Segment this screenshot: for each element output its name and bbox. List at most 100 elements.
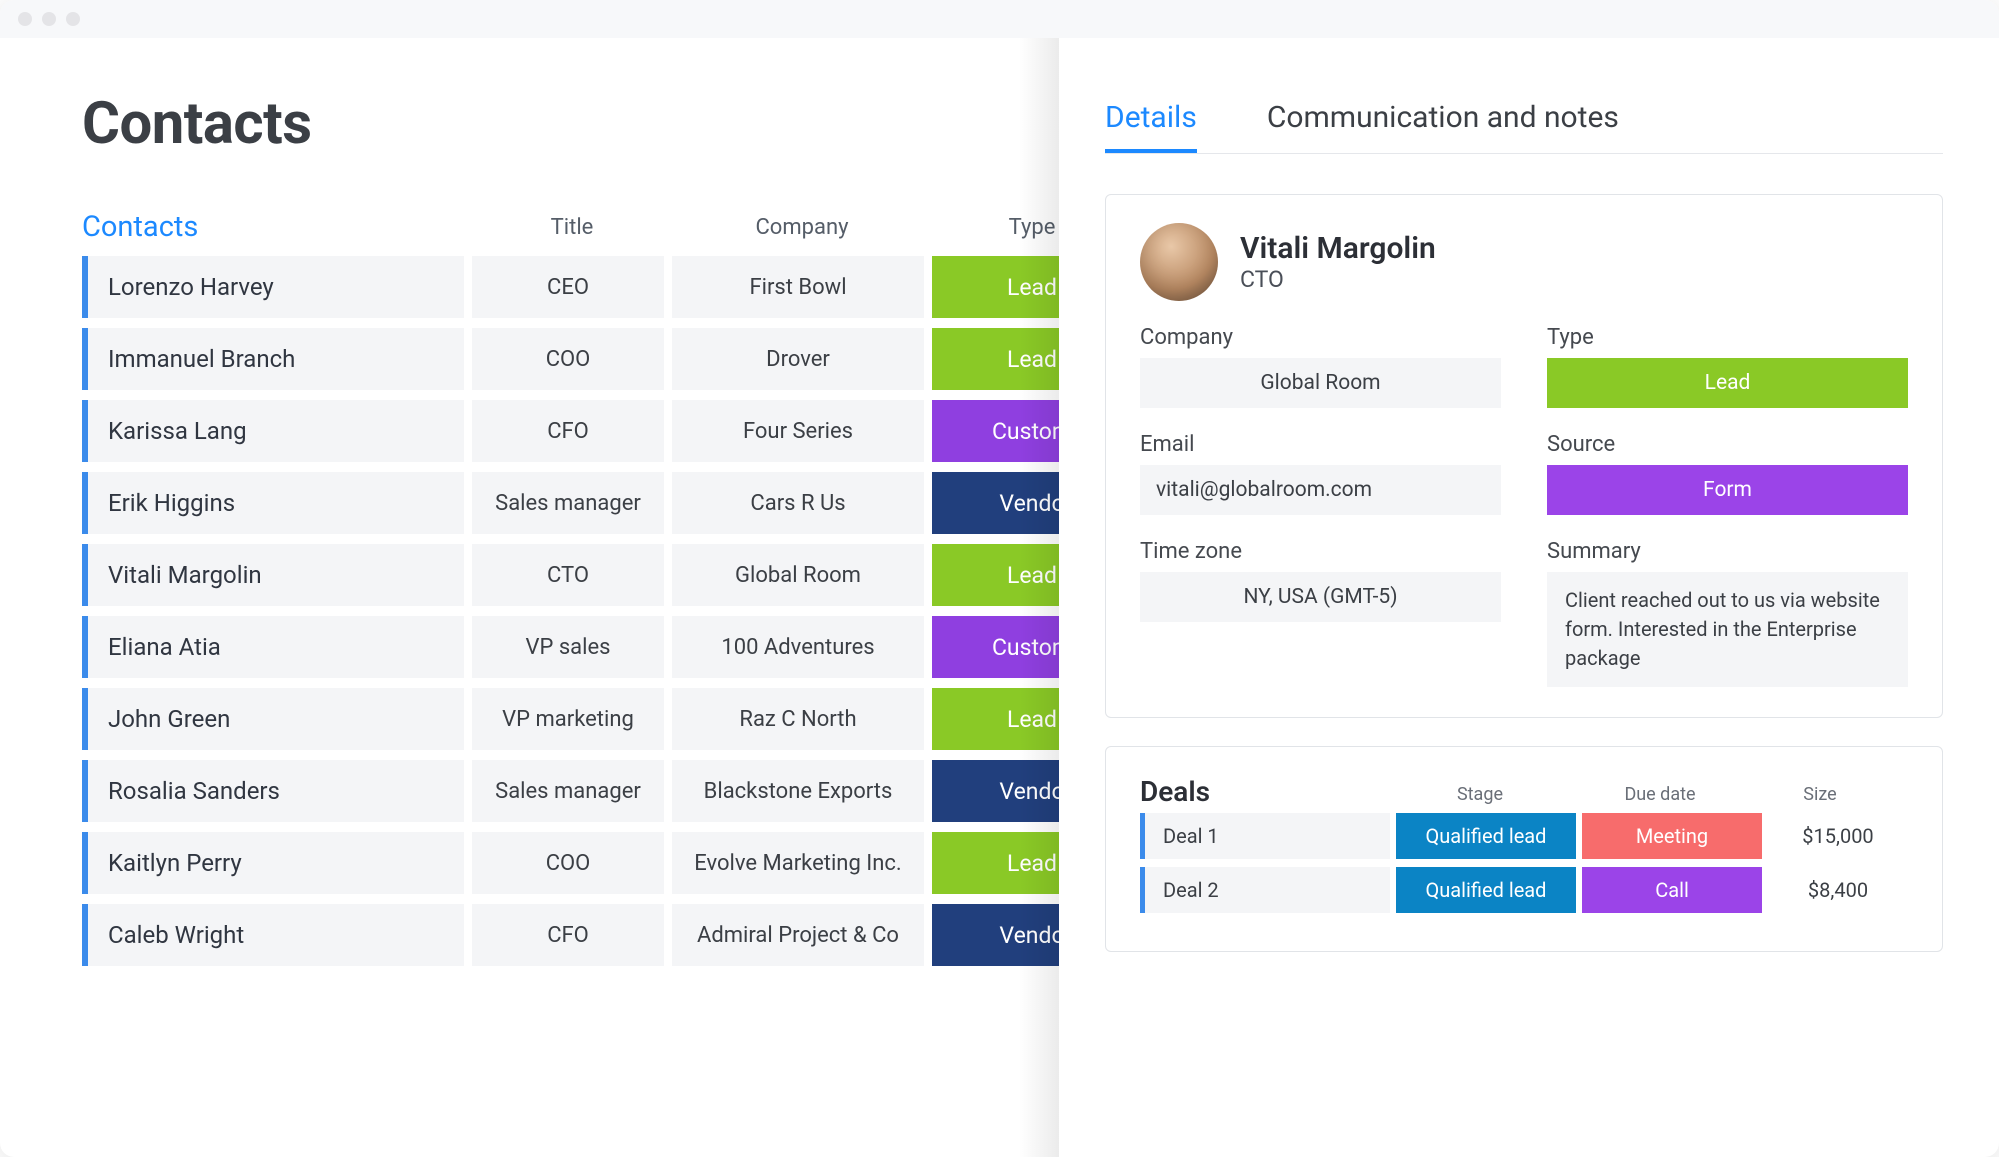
value-source[interactable]: Form [1547, 465, 1908, 515]
detail-fields: Company Global Room Type Lead Email vita… [1140, 325, 1908, 687]
cell-type[interactable]: Lead [932, 832, 1059, 894]
deal-size: $15,000 [1768, 813, 1908, 859]
profile-title: CTO [1240, 266, 1436, 293]
field-summary: Summary Client reached out to us via web… [1547, 539, 1908, 687]
contacts-table: Contacts Title Company Type Lorenzo Harv… [82, 210, 1059, 966]
table-row[interactable]: Caleb WrightCFOAdmiral Project & CoVendo [82, 904, 1059, 966]
cell-title: CEO [472, 256, 664, 318]
cell-name[interactable]: Eliana Atia [82, 616, 464, 678]
cell-company: 100 Adventures [672, 616, 924, 678]
cell-type[interactable]: Lead [932, 328, 1059, 390]
value-summary[interactable]: Client reached out to us via website for… [1547, 572, 1908, 687]
cell-company: Drover [672, 328, 924, 390]
value-company[interactable]: Global Room [1140, 358, 1501, 408]
profile-name: Vitali Margolin [1240, 231, 1436, 266]
app-window: Contacts Contacts Title Company Type Lor… [0, 0, 1999, 1157]
cell-name[interactable]: Erik Higgins [82, 472, 464, 534]
cell-title: CFO [472, 904, 664, 966]
deal-stage[interactable]: Qualified lead [1396, 867, 1576, 913]
deal-due[interactable]: Meeting [1582, 813, 1762, 859]
field-timezone: Time zone NY, USA (GMT-5) [1140, 539, 1501, 687]
cell-company: Global Room [672, 544, 924, 606]
cell-type[interactable]: Vendo [932, 760, 1059, 822]
cell-name[interactable]: Immanuel Branch [82, 328, 464, 390]
contacts-panel: Contacts Contacts Title Company Type Lor… [0, 38, 1059, 1157]
deals-col-due: Due date [1570, 784, 1750, 805]
cell-company: Raz C North [672, 688, 924, 750]
cell-company: First Bowl [672, 256, 924, 318]
profile-header: Vitali Margolin CTO [1140, 223, 1908, 301]
column-company: Company [672, 215, 932, 240]
cell-name[interactable]: John Green [82, 688, 464, 750]
cell-type[interactable]: Vendo [932, 904, 1059, 966]
label-timezone: Time zone [1140, 539, 1501, 564]
table-row[interactable]: Kaitlyn PerryCOOEvolve Marketing Inc.Lea… [82, 832, 1059, 894]
window-close-icon[interactable] [18, 12, 32, 26]
table-row[interactable]: Lorenzo HarveyCEOFirst BowlLead [82, 256, 1059, 318]
deal-due[interactable]: Call [1582, 867, 1762, 913]
cell-name[interactable]: Caleb Wright [82, 904, 464, 966]
deal-row[interactable]: Deal 1Qualified leadMeeting$15,000 [1140, 813, 1908, 859]
field-company: Company Global Room [1140, 325, 1501, 408]
contacts-header-label[interactable]: Contacts [82, 210, 472, 244]
cell-company: Evolve Marketing Inc. [672, 832, 924, 894]
cell-name[interactable]: Vitali Margolin [82, 544, 464, 606]
field-email: Email vitali@globalroom.com [1140, 432, 1501, 515]
cell-type[interactable]: Custom [932, 616, 1059, 678]
window-minimize-icon[interactable] [42, 12, 56, 26]
cell-title: COO [472, 328, 664, 390]
label-type: Type [1547, 325, 1908, 350]
detail-tabs: Details Communication and notes [1105, 100, 1943, 154]
value-email[interactable]: vitali@globalroom.com [1140, 465, 1501, 515]
table-row[interactable]: Eliana AtiaVP sales100 AdventuresCustom [82, 616, 1059, 678]
cell-company: Cars R Us [672, 472, 924, 534]
table-row[interactable]: Erik HigginsSales managerCars R UsVendo [82, 472, 1059, 534]
content-area: Contacts Contacts Title Company Type Lor… [0, 38, 1999, 1157]
deals-header: Stage Due date Size [1140, 784, 1908, 805]
cell-title: VP sales [472, 616, 664, 678]
value-timezone[interactable]: NY, USA (GMT-5) [1140, 572, 1501, 622]
cell-type[interactable]: Vendo [932, 472, 1059, 534]
cell-name[interactable]: Rosalia Sanders [82, 760, 464, 822]
field-type: Type Lead [1547, 325, 1908, 408]
cell-type[interactable]: Lead [932, 544, 1059, 606]
cell-name[interactable]: Kaitlyn Perry [82, 832, 464, 894]
deal-name[interactable]: Deal 2 [1140, 867, 1390, 913]
page-title: Contacts [82, 90, 1059, 158]
cell-company: Blackstone Exports [672, 760, 924, 822]
deal-size: $8,400 [1768, 867, 1908, 913]
table-row[interactable]: Vitali MargolinCTOGlobal RoomLead [82, 544, 1059, 606]
label-company: Company [1140, 325, 1501, 350]
cell-company: Admiral Project & Co [672, 904, 924, 966]
contacts-table-header: Contacts Title Company Type [82, 210, 1059, 244]
cell-title: Sales manager [472, 760, 664, 822]
deals-col-size: Size [1750, 784, 1890, 805]
deal-row[interactable]: Deal 2Qualified leadCall$8,400 [1140, 867, 1908, 913]
label-email: Email [1140, 432, 1501, 457]
label-summary: Summary [1547, 539, 1908, 564]
table-row[interactable]: Immanuel BranchCOODroverLead [82, 328, 1059, 390]
tab-details[interactable]: Details [1105, 100, 1197, 153]
deal-name[interactable]: Deal 1 [1140, 813, 1390, 859]
window-titlebar [0, 0, 1999, 38]
table-row[interactable]: John GreenVP marketingRaz C NorthLead [82, 688, 1059, 750]
cell-type[interactable]: Custom [932, 400, 1059, 462]
tab-communication[interactable]: Communication and notes [1267, 100, 1619, 153]
deals-col-stage: Stage [1390, 784, 1570, 805]
deal-stage[interactable]: Qualified lead [1396, 813, 1576, 859]
cell-name[interactable]: Lorenzo Harvey [82, 256, 464, 318]
cell-title: COO [472, 832, 664, 894]
cell-type[interactable]: Lead [932, 688, 1059, 750]
cell-name[interactable]: Karissa Lang [82, 400, 464, 462]
cell-company: Four Series [672, 400, 924, 462]
window-maximize-icon[interactable] [66, 12, 80, 26]
value-type[interactable]: Lead [1547, 358, 1908, 408]
table-row[interactable]: Karissa LangCFOFour SeriesCustom [82, 400, 1059, 462]
contact-detail-card: Vitali Margolin CTO Company Global Room … [1105, 194, 1943, 718]
cell-type[interactable]: Lead [932, 256, 1059, 318]
label-source: Source [1547, 432, 1908, 457]
cell-title: Sales manager [472, 472, 664, 534]
table-row[interactable]: Rosalia SandersSales managerBlackstone E… [82, 760, 1059, 822]
avatar [1140, 223, 1218, 301]
column-title: Title [472, 215, 672, 240]
